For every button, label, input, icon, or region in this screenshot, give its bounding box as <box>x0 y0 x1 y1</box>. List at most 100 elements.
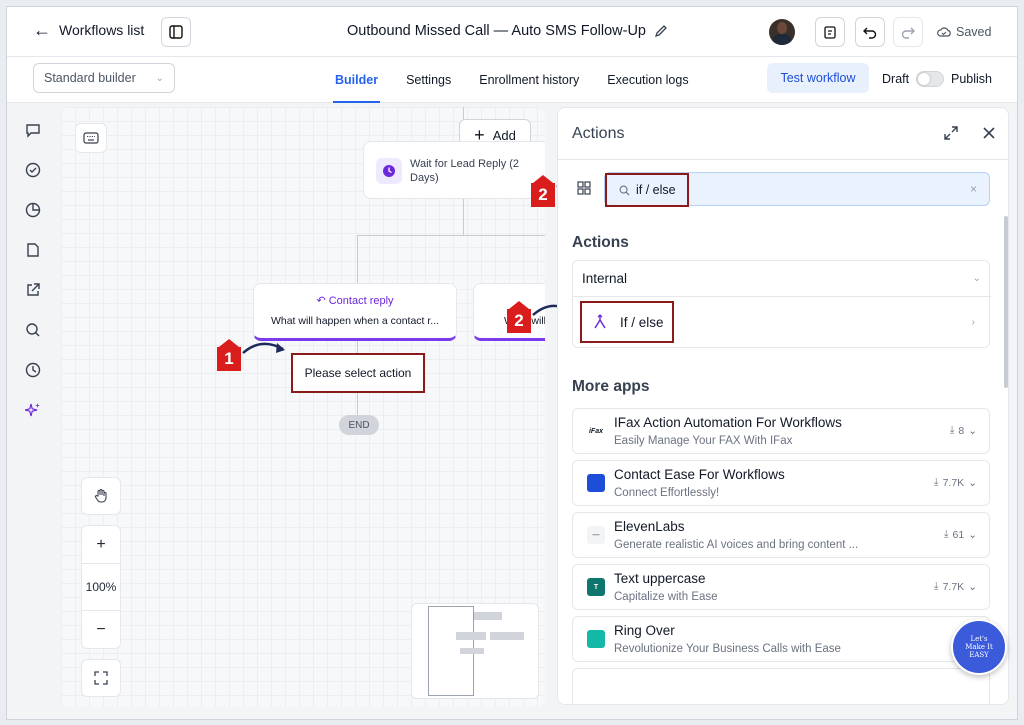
chevron-down-icon: ⌄ <box>972 273 981 284</box>
app-name: Contact Ease For Workflows <box>614 467 785 482</box>
clock-history-icon <box>25 362 41 378</box>
notes-button[interactable] <box>815 17 845 47</box>
download-count: ⤓ 8 ⌄ <box>949 424 977 437</box>
rail-item-comments[interactable] <box>24 121 42 139</box>
app-desc: Revolutionize Your Business Calls with E… <box>614 643 841 655</box>
redo-button[interactable] <box>893 17 923 47</box>
chevron-down-icon: ⌄ <box>155 72 164 84</box>
lets-make-it-easy-watermark-logo: Let's Make It EASY <box>951 619 1007 675</box>
wait-step-text: Wait for Lead Reply (2 Days) <box>410 158 520 184</box>
panel-icon <box>169 25 183 39</box>
wait-step-card[interactable]: Wait for Lead Reply (2 Days) <box>363 141 545 199</box>
top-bar: ← Workflows list Outbound Missed Call — … <box>7 7 1017 57</box>
saved-label: Saved <box>956 25 992 39</box>
contact-reply-title: ↶ Contact reply <box>316 295 394 307</box>
sparkle-icon <box>25 403 40 417</box>
publish-label: Publish <box>951 72 992 86</box>
ring-over-logo-icon <box>587 630 605 648</box>
rail-item-tasks[interactable] <box>24 161 42 179</box>
branch-icon <box>594 314 606 329</box>
chevron-down-icon: ⌄ <box>968 424 977 437</box>
builder-toolbar: Standard builder ⌄ Builder Settings Enro… <box>7 57 1017 103</box>
rail-item-search[interactable] <box>24 321 42 339</box>
app-item-partial[interactable] <box>572 668 990 704</box>
download-count: ⤓ 7.7K ⌄ <box>933 476 977 489</box>
clipboard-icon <box>824 26 836 39</box>
app-item-elevenlabs[interactable]: — ElevenLabs Generate realistic AI voice… <box>572 512 990 558</box>
text-uppercase-logo-icon: T <box>587 578 605 596</box>
undo-icon <box>863 27 877 39</box>
internal-group-header[interactable]: Internal ⌄ <box>573 261 991 297</box>
rail-item-ai[interactable] <box>24 401 42 419</box>
test-workflow-button[interactable]: Test workflow <box>767 63 869 93</box>
close-panel-button[interactable] <box>980 124 998 142</box>
edit-pencil-icon[interactable] <box>654 24 668 38</box>
back-to-workflows-link[interactable]: ← Workflows list <box>33 21 144 39</box>
pan-tool-button[interactable] <box>81 477 121 515</box>
rail-item-analytics[interactable] <box>24 201 42 219</box>
app-item-ring-over[interactable]: Ring Over Revolutionize Your Business Ca… <box>572 616 990 662</box>
ifax-logo-icon: iFax <box>588 427 603 435</box>
callout-arrow-1 <box>242 342 285 354</box>
panel-scrollbar[interactable] <box>1004 216 1008 388</box>
download-icon: ⤓ <box>949 424 955 436</box>
keyboard-icon <box>83 132 99 144</box>
chevron-right-icon: › <box>971 317 975 328</box>
reply-arrow-icon: ↶ <box>316 295 326 307</box>
fit-view-button[interactable] <box>81 659 121 697</box>
rail-item-history[interactable] <box>24 361 42 379</box>
tab-builder[interactable]: Builder <box>321 57 392 103</box>
canvas-minimap[interactable] <box>411 603 539 699</box>
builder-type-select[interactable]: Standard builder ⌄ <box>33 63 175 93</box>
clear-search-icon[interactable]: × <box>970 182 977 196</box>
grid-icon <box>577 181 591 195</box>
left-rail <box>7 103 59 719</box>
contact-reply-branch-card[interactable]: ↶ Contact reply What will happen when a … <box>253 283 457 341</box>
action-search-input[interactable]: if / else × <box>604 172 990 207</box>
search-icon <box>619 185 630 196</box>
expand-panel-button[interactable] <box>942 124 960 142</box>
user-avatar[interactable] <box>769 19 795 45</box>
elevenlabs-logo-icon: — <box>587 526 605 544</box>
if-else-label: If / else <box>620 314 664 330</box>
download-count: ⤓ 7.7K ⌄ <box>933 580 977 593</box>
sidebar-toggle-button[interactable] <box>161 17 191 47</box>
hand-icon <box>94 488 107 503</box>
chevron-down-icon: ⌄ <box>968 580 977 593</box>
chat-bubble-icon <box>26 124 40 138</box>
cloud-check-icon <box>937 27 951 37</box>
rail-item-documents[interactable] <box>24 241 42 259</box>
app-item-text-uppercase[interactable]: T Text uppercase Capitalize with Ease ⤓ 7… <box>572 564 990 610</box>
fullscreen-icon <box>94 671 108 685</box>
app-desc: Capitalize with Ease <box>614 591 718 603</box>
callout-badge-2a: 2 <box>507 301 531 333</box>
more-apps-section-title: More apps <box>572 378 650 395</box>
download-count: ⤓ 61 ⌄ <box>943 528 977 541</box>
workflow-canvas[interactable]: + Add Wait for Lead Reply (2 Days) ↶ Con… <box>61 107 545 707</box>
contact-ease-logo-icon <box>587 474 605 492</box>
undo-button[interactable] <box>855 17 885 47</box>
publish-toggle[interactable] <box>916 71 944 87</box>
keyboard-shortcuts-button[interactable] <box>75 123 107 153</box>
if-else-action-item[interactable]: If / else <box>580 301 674 343</box>
search-value: if / else <box>636 183 676 197</box>
category-grid-button[interactable] <box>574 178 594 198</box>
tab-enrollment-history[interactable]: Enrollment history <box>465 57 593 103</box>
select-action-placeholder[interactable]: Please select action <box>291 353 425 393</box>
zoom-in-button[interactable]: + <box>81 526 121 564</box>
zoom-out-button[interactable]: − <box>81 610 121 648</box>
rail-item-external-link[interactable] <box>24 281 42 299</box>
chevron-down-icon: ⌄ <box>968 476 977 489</box>
app-item-contact-ease[interactable]: Contact Ease For Workflows Connect Effor… <box>572 460 990 506</box>
tab-execution-logs[interactable]: Execution logs <box>593 57 702 103</box>
app-desc: Easily Manage Your FAX With IFax <box>614 435 793 447</box>
clock-icon <box>376 158 402 184</box>
expand-icon <box>944 126 958 140</box>
internal-group-label: Internal <box>582 271 628 286</box>
external-link-icon <box>27 283 40 296</box>
tab-settings[interactable]: Settings <box>392 57 465 103</box>
app-item-ifax[interactable]: iFax IFax Action Automation For Workflow… <box>572 408 990 454</box>
app-name: Text uppercase <box>614 571 706 586</box>
callout-badge-2b: 2 <box>531 175 555 207</box>
app-name: IFax Action Automation For Workflows <box>614 415 842 430</box>
